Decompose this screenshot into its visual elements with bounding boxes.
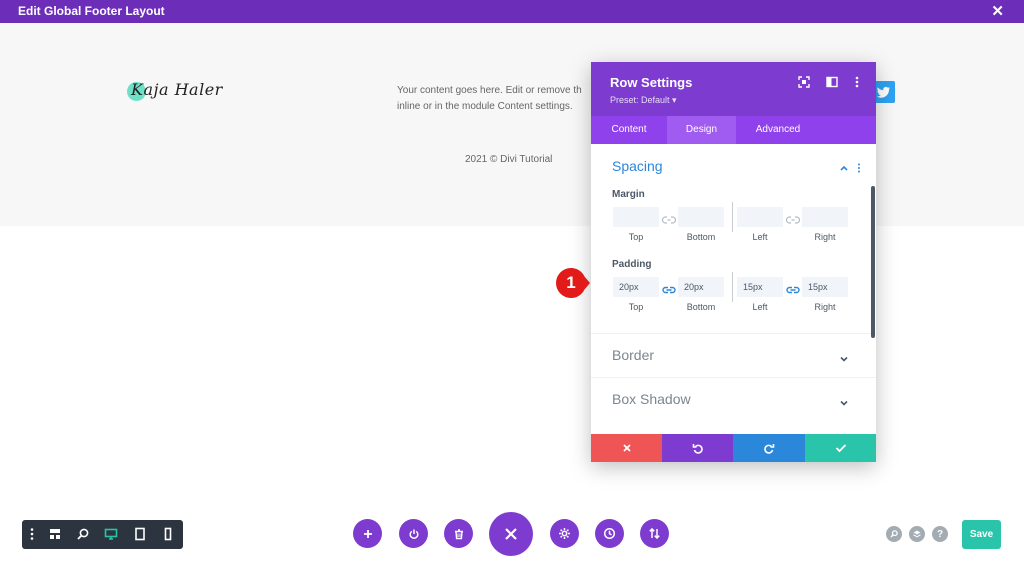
top-bar: Edit Global Footer Layout ✕ xyxy=(0,0,1024,23)
toolbar-menu-icon[interactable] xyxy=(25,527,39,541)
discard-button[interactable] xyxy=(591,434,662,462)
margin-bottom-input[interactable] xyxy=(678,207,724,227)
margin-right-input[interactable] xyxy=(802,207,848,227)
spacing-section-title[interactable]: Spacing xyxy=(612,158,663,174)
panel-header: Row Settings Preset: Default ▾ xyxy=(591,62,876,116)
chevron-up-icon[interactable] xyxy=(839,160,849,171)
text-module[interactable]: Your content goes here. Edit or remove t… xyxy=(397,83,595,115)
close-settings-icon[interactable] xyxy=(489,512,533,556)
margin-top-label: Top xyxy=(628,232,644,242)
zoom-icon[interactable] xyxy=(76,527,90,541)
margin-label: Margin xyxy=(612,189,645,200)
tab-advanced[interactable]: Advanced xyxy=(736,116,820,144)
logo[interactable]: Kaja Haler xyxy=(127,80,223,104)
wireframe-icon[interactable] xyxy=(48,527,62,541)
margin-top-input[interactable] xyxy=(613,207,659,227)
margin-bottom-label: Bottom xyxy=(686,232,716,242)
border-section-title[interactable]: Border xyxy=(612,347,654,363)
desktop-view-icon[interactable] xyxy=(104,527,118,541)
section-divider xyxy=(591,333,876,334)
chevron-down-icon[interactable] xyxy=(839,395,849,406)
trash-icon[interactable] xyxy=(444,519,473,548)
box-shadow-section-title[interactable]: Box Shadow xyxy=(612,391,691,407)
tab-content[interactable]: Content xyxy=(591,116,667,144)
chevron-down-icon[interactable] xyxy=(839,351,849,362)
add-icon[interactable] xyxy=(353,519,382,548)
link-active-icon[interactable] xyxy=(662,282,676,294)
help-glyph: ? xyxy=(936,528,944,540)
annotation-badge: 1 xyxy=(555,267,590,299)
more-options-icon[interactable] xyxy=(850,75,864,89)
phone-view-icon[interactable] xyxy=(161,527,175,541)
padding-label: Padding xyxy=(612,259,652,270)
portability-icon[interactable] xyxy=(640,519,669,548)
link-icon[interactable] xyxy=(661,212,677,224)
gear-icon[interactable] xyxy=(550,519,579,548)
link-active-icon[interactable] xyxy=(786,282,800,294)
view-mode-toolbar xyxy=(22,520,183,549)
text-line-2: inline or in the module Content settings… xyxy=(397,101,573,112)
twitter-icon[interactable] xyxy=(873,81,895,103)
padding-bottom-label: Bottom xyxy=(686,302,716,312)
power-icon[interactable] xyxy=(399,519,428,548)
padding-top-label: Top xyxy=(628,302,644,312)
preset-selector[interactable]: Preset: Default ▾ xyxy=(610,95,677,106)
search-icon[interactable] xyxy=(886,526,902,542)
padding-left-input[interactable]: 15px xyxy=(737,277,783,297)
row-settings-panel: Row Settings Preset: Default ▾ Content D… xyxy=(591,62,876,462)
text-line-1: Your content goes here. Edit or remove t… xyxy=(397,85,582,96)
close-button[interactable]: ✕ xyxy=(991,2,1004,20)
copyright-text: 2021 © Divi Tutorial xyxy=(465,154,553,165)
help-icon[interactable]: ? xyxy=(932,526,948,542)
save-button[interactable]: Save xyxy=(962,520,1001,549)
divider xyxy=(732,272,733,302)
padding-left-label: Left xyxy=(752,302,768,312)
tab-design[interactable]: Design xyxy=(667,116,736,144)
panel-scrollbar[interactable] xyxy=(871,186,875,338)
panel-title: Row Settings xyxy=(610,75,693,90)
split-view-icon[interactable] xyxy=(825,75,839,89)
margin-left-label: Left xyxy=(752,232,768,242)
padding-right-input[interactable]: 15px xyxy=(802,277,848,297)
divider xyxy=(732,202,733,232)
tab-bar: Content Design Advanced xyxy=(591,116,876,144)
padding-bottom-input[interactable]: 20px xyxy=(678,277,724,297)
layers-icon[interactable] xyxy=(909,526,925,542)
section-menu-icon[interactable] xyxy=(856,160,866,173)
panel-actions xyxy=(591,434,876,462)
save-changes-button[interactable] xyxy=(805,434,876,462)
padding-top-input[interactable]: 20px xyxy=(613,277,659,297)
margin-left-input[interactable] xyxy=(737,207,783,227)
fullscreen-icon[interactable] xyxy=(797,75,811,89)
history-icon[interactable] xyxy=(595,519,624,548)
padding-right-label: Right xyxy=(814,302,836,312)
section-divider xyxy=(591,377,876,378)
window-title: Edit Global Footer Layout xyxy=(18,4,165,18)
link-icon[interactable] xyxy=(785,212,801,224)
redo-button[interactable] xyxy=(733,434,805,462)
annotation-number: 1 xyxy=(566,273,576,292)
margin-right-label: Right xyxy=(814,232,836,242)
undo-button[interactable] xyxy=(662,434,733,462)
tablet-view-icon[interactable] xyxy=(133,527,147,541)
logo-text: Kaja Haler xyxy=(131,80,223,99)
